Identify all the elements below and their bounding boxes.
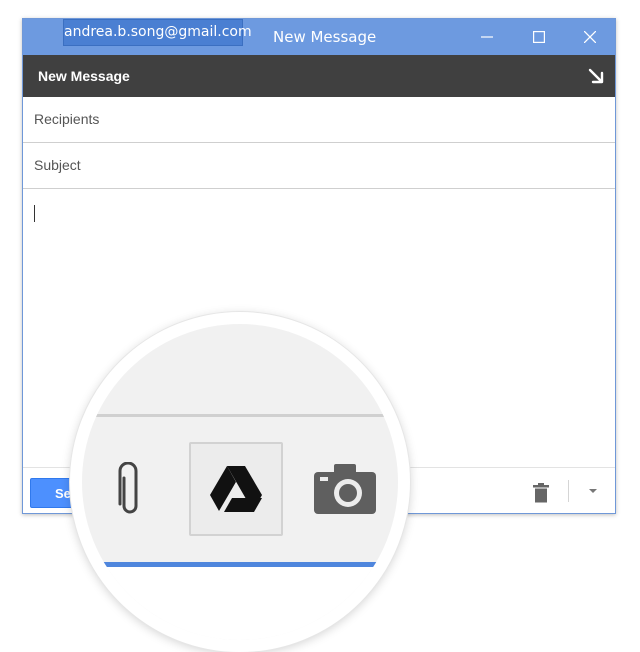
lens-divider xyxy=(82,414,398,417)
minimize-button[interactable] xyxy=(472,23,502,51)
window-title: New Message xyxy=(273,28,377,46)
subject-input[interactable] xyxy=(34,157,574,173)
lens-lower-area xyxy=(82,567,398,640)
recipients-input[interactable] xyxy=(34,111,574,127)
magnifier-lens xyxy=(70,312,410,652)
popout-arrow-icon[interactable] xyxy=(587,67,605,85)
text-caret xyxy=(34,205,35,222)
maximize-icon xyxy=(533,31,545,43)
recipients-row xyxy=(23,97,615,143)
paperclip-icon[interactable] xyxy=(115,462,145,520)
trash-icon[interactable] xyxy=(533,483,549,503)
toolbar-divider xyxy=(568,480,569,502)
window-titlebar: andrea.b.song@gmail.com New Message xyxy=(23,19,615,55)
subject-row xyxy=(23,143,615,189)
minimize-icon xyxy=(481,36,493,38)
maximize-button[interactable] xyxy=(524,23,554,51)
dropdown-arrow-icon[interactable] xyxy=(588,486,598,496)
google-drive-icon xyxy=(210,466,262,512)
close-button[interactable] xyxy=(575,23,605,51)
compose-header: New Message xyxy=(23,55,615,97)
compose-title: New Message xyxy=(38,68,130,84)
camera-icon[interactable] xyxy=(314,464,376,514)
account-chip[interactable]: andrea.b.song@gmail.com xyxy=(63,19,252,46)
close-icon xyxy=(584,31,596,43)
insert-drive-button[interactable] xyxy=(189,442,283,536)
